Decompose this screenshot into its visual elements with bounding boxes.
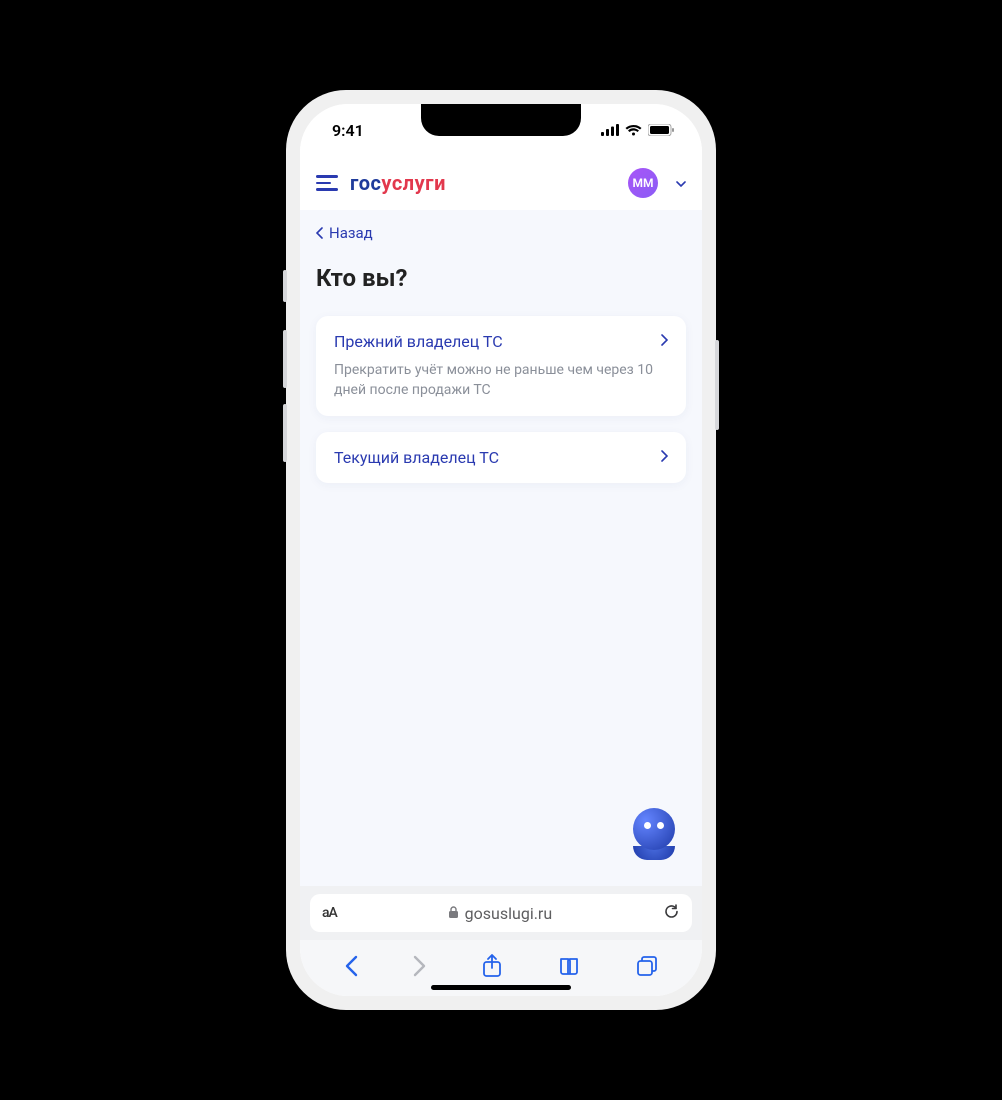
status-time: 9:41 bbox=[332, 121, 364, 140]
option-current-owner[interactable]: Текущий владелец ТС bbox=[316, 432, 686, 483]
reload-icon[interactable] bbox=[663, 903, 680, 924]
assistant-robot-button[interactable] bbox=[624, 808, 684, 868]
status-indicators bbox=[601, 124, 674, 136]
battery-icon bbox=[648, 124, 674, 136]
share-icon[interactable] bbox=[482, 954, 502, 982]
lock-icon bbox=[448, 904, 459, 923]
bookmarks-icon[interactable] bbox=[557, 956, 581, 980]
safari-address-bar[interactable]: аА gosuslugi.ru bbox=[310, 894, 692, 932]
option-title: Прежний владелец ТС bbox=[334, 332, 503, 351]
safari-address-bar-area: аА gosuslugi.ru bbox=[300, 886, 702, 940]
wifi-icon bbox=[625, 124, 642, 136]
back-label: Назад bbox=[329, 224, 373, 242]
page-title: Кто вы? bbox=[316, 264, 686, 292]
option-title: Текущий владелец ТС bbox=[334, 448, 499, 467]
menu-button[interactable] bbox=[316, 175, 338, 191]
chevron-left-icon bbox=[316, 227, 323, 239]
cellular-signal-icon bbox=[601, 124, 619, 136]
option-subtitle: Прекратить учёт можно не раньше чем чере… bbox=[334, 361, 668, 400]
url-domain: gosuslugi.ru bbox=[465, 904, 553, 923]
home-indicator[interactable] bbox=[431, 985, 571, 990]
safari-back-button[interactable] bbox=[344, 955, 358, 981]
page-content: Назад Кто вы? Прежний владелец ТС Прекра… bbox=[300, 210, 702, 886]
back-link[interactable]: Назад bbox=[316, 224, 686, 242]
safari-forward-button bbox=[413, 955, 427, 981]
chevron-right-icon bbox=[661, 450, 668, 466]
chevron-right-icon bbox=[661, 334, 668, 350]
app-header: госуслуги ММ bbox=[300, 156, 702, 210]
logo-part1: гос bbox=[350, 171, 381, 195]
tabs-icon[interactable] bbox=[636, 955, 658, 981]
option-previous-owner[interactable]: Прежний владелец ТС Прекратить учёт можн… bbox=[316, 316, 686, 416]
account-chevron-down-icon[interactable] bbox=[676, 176, 686, 190]
logo[interactable]: госуслуги bbox=[350, 171, 446, 195]
logo-part2: услуги bbox=[381, 171, 446, 195]
reader-aa-button[interactable]: аА bbox=[322, 905, 337, 921]
avatar[interactable]: ММ bbox=[628, 168, 658, 198]
